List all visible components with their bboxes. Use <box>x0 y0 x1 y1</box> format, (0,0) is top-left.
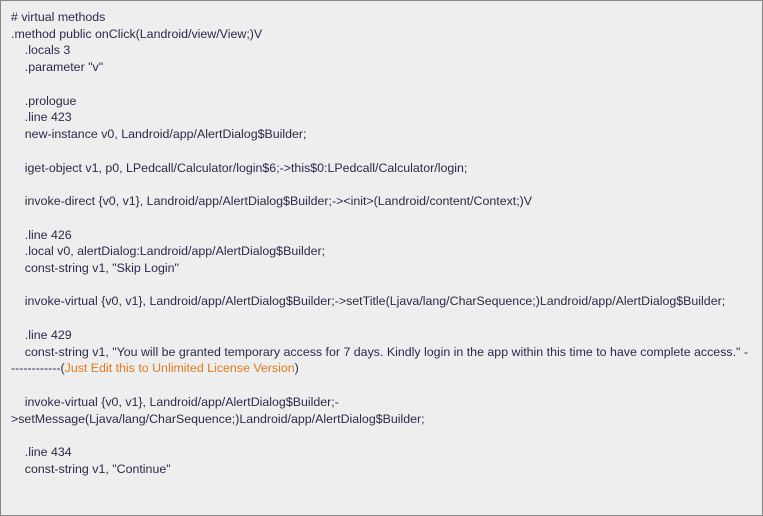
code-line: .line 426 <box>11 228 72 242</box>
code-block: # virtual methods .method public onClick… <box>0 0 763 516</box>
code-line: invoke-virtual {v0, v1}, Landroid/app/Al… <box>11 395 425 426</box>
code-line: ) <box>295 361 299 375</box>
code-line: # virtual methods <box>11 10 105 24</box>
code-line: .method public onClick(Landroid/view/Vie… <box>11 27 262 41</box>
code-line: .locals 3 <box>11 43 70 57</box>
code-line: .prologue <box>11 94 76 108</box>
annotation-highlight: Just Edit this to Unlimited License Vers… <box>65 361 295 375</box>
code-line: iget-object v1, p0, LPedcall/Calculator/… <box>11 161 467 175</box>
code-line: const-string v1, "Skip Login" <box>11 261 179 275</box>
code-line: .line 423 <box>11 110 72 124</box>
code-line: invoke-virtual {v0, v1}, Landroid/app/Al… <box>11 294 725 308</box>
code-line: invoke-direct {v0, v1}, Landroid/app/Ale… <box>11 194 532 208</box>
code-line: new-instance v0, Landroid/app/AlertDialo… <box>11 127 307 141</box>
code-line: .parameter "v" <box>11 60 103 74</box>
code-line: .line 429 <box>11 328 72 342</box>
code-line: const-string v1, "Continue" <box>11 462 171 476</box>
code-line: .local v0, alertDialog:Landroid/app/Aler… <box>11 244 325 258</box>
code-line: .line 434 <box>11 445 72 459</box>
